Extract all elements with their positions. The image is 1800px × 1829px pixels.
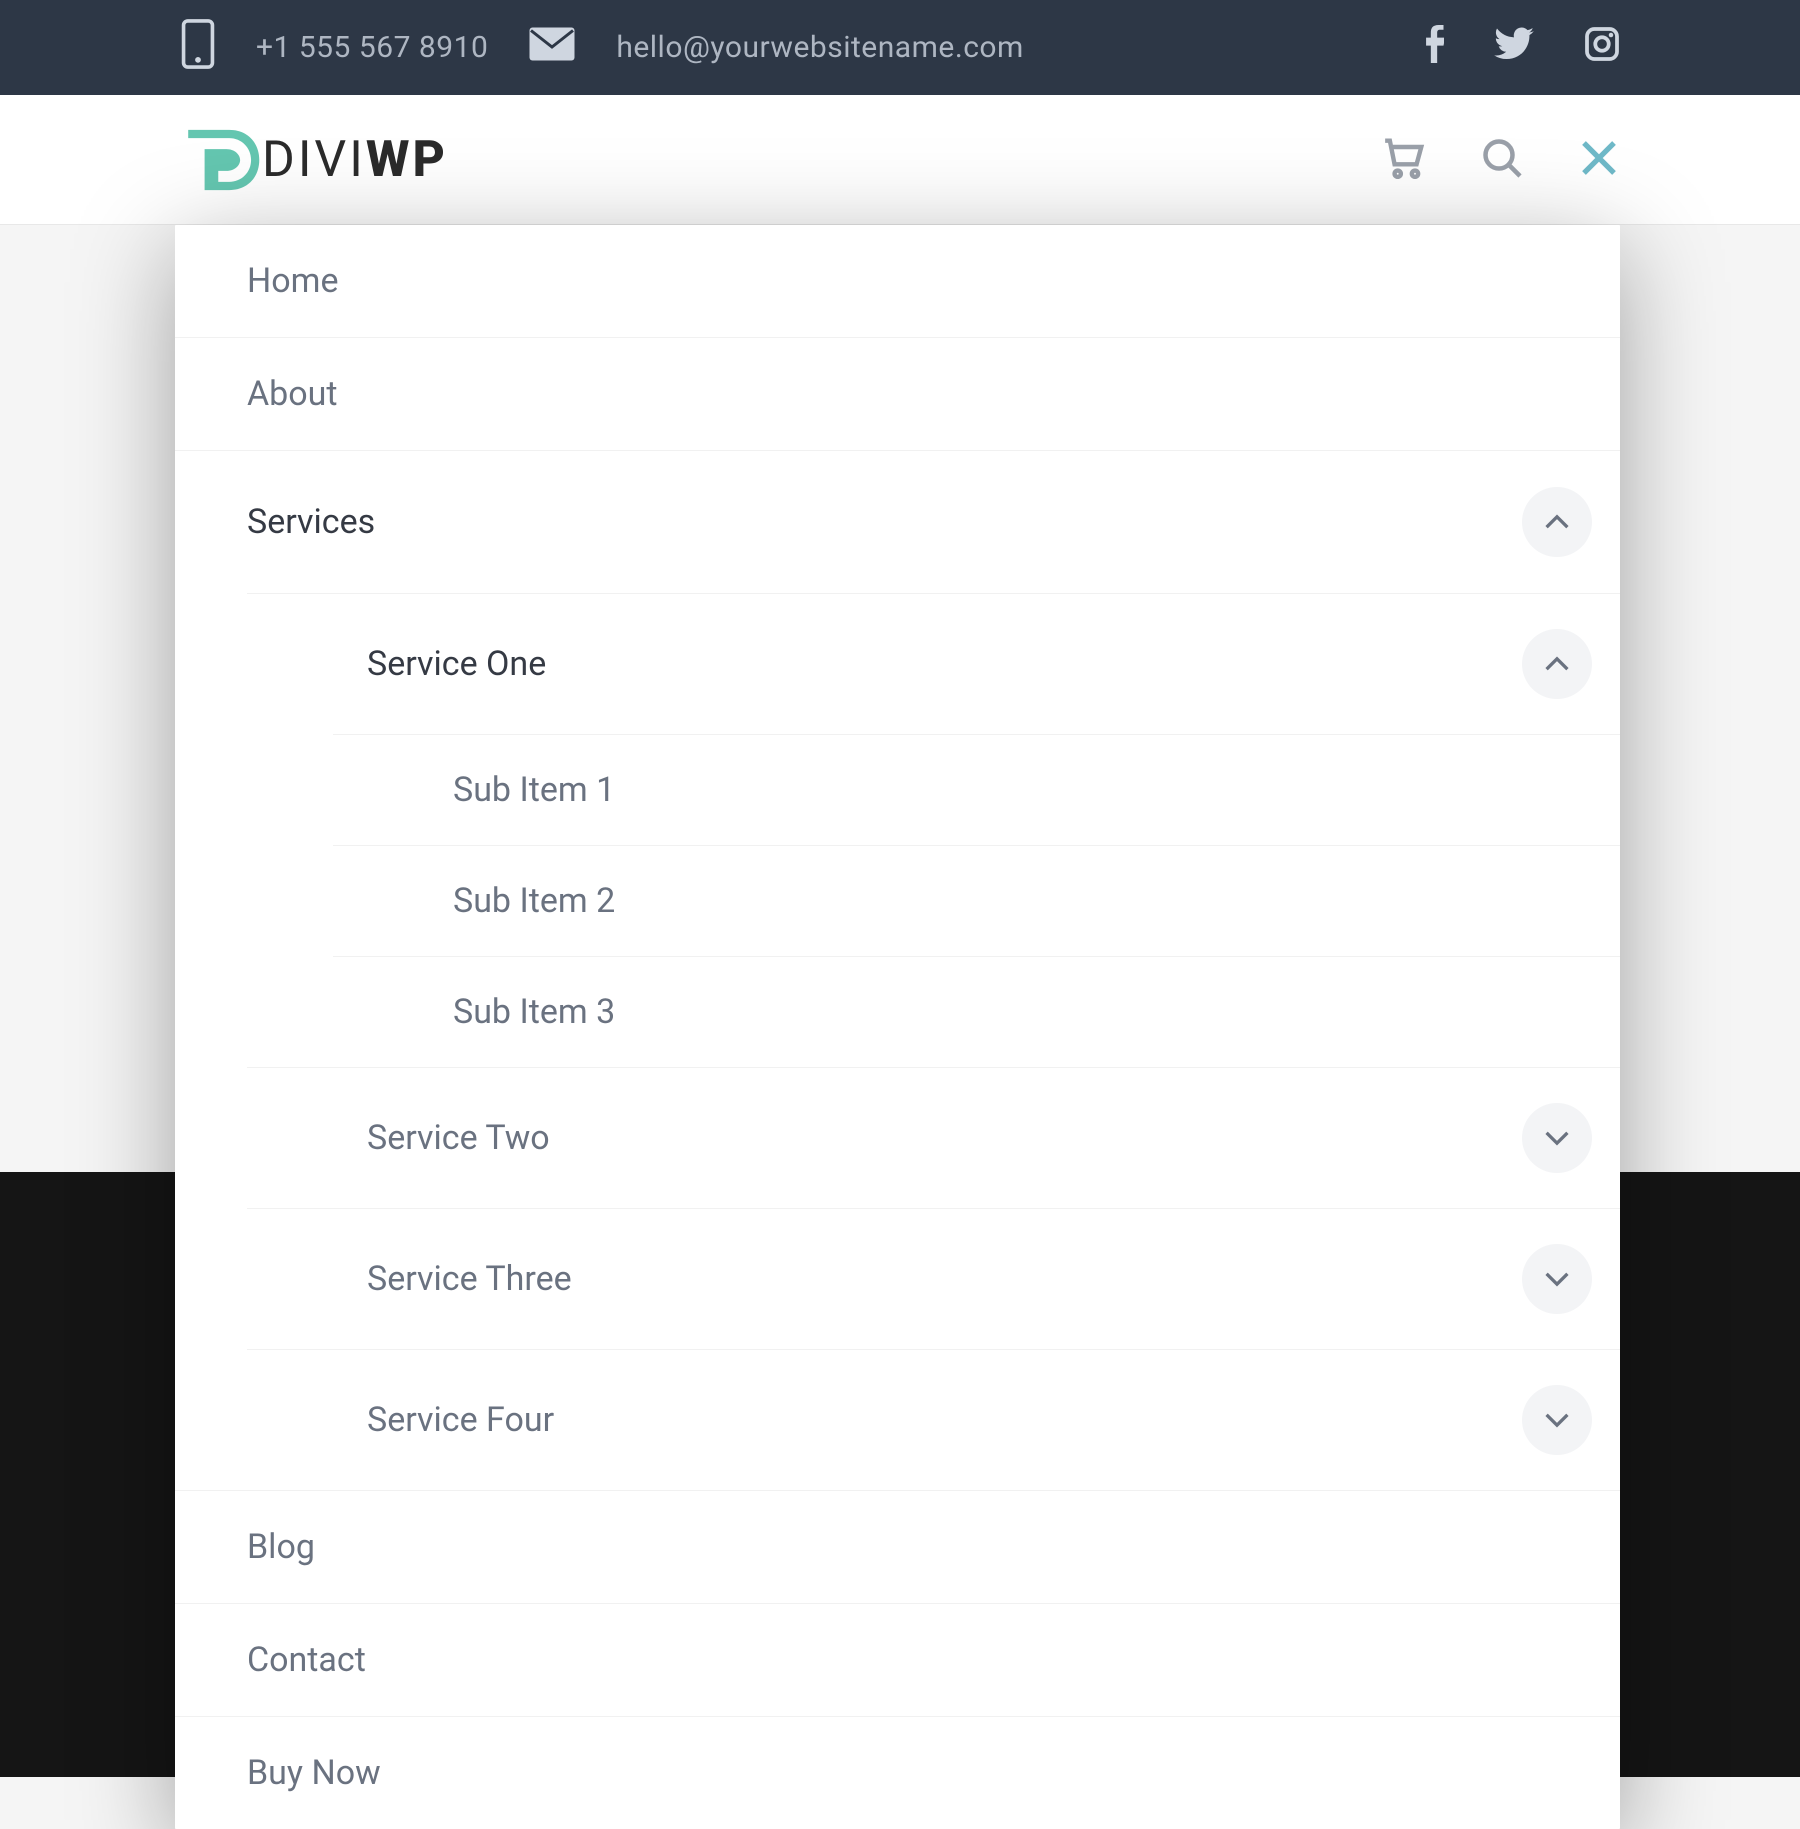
chevron-down-icon[interactable] xyxy=(1522,1244,1592,1314)
menu-item-label: Sub Item 3 xyxy=(453,992,1592,1032)
menu-item-label: Buy Now xyxy=(247,1753,1592,1793)
site-logo[interactable]: DIVIWP xyxy=(180,119,448,201)
mail-icon xyxy=(528,26,576,70)
menu-item-label: Service Four xyxy=(367,1400,1522,1440)
menu-item-buy-now[interactable]: Buy Now xyxy=(175,1716,1620,1829)
chevron-up-icon[interactable] xyxy=(1522,487,1592,557)
twitter-icon[interactable] xyxy=(1494,27,1534,69)
menu-item-sub-3[interactable]: Sub Item 3 xyxy=(333,956,1620,1067)
site-header: DIVIWP xyxy=(0,95,1800,225)
menu-item-label: Services xyxy=(247,502,1522,542)
chevron-down-icon[interactable] xyxy=(1522,1385,1592,1455)
menu-item-label: Service One xyxy=(367,644,1522,684)
email-address[interactable]: hello@yourwebsitename.com xyxy=(616,30,1024,65)
menu-item-sub-2[interactable]: Sub Item 2 xyxy=(333,845,1620,956)
topbar: +1 555 567 8910 hello@yourwebsitename.co… xyxy=(0,0,1800,95)
menu-item-services[interactable]: Services xyxy=(175,450,1620,593)
menu-item-blog[interactable]: Blog xyxy=(175,1490,1620,1603)
menu-item-label: Service Three xyxy=(367,1259,1522,1299)
menu-item-about[interactable]: About xyxy=(175,337,1620,450)
menu-item-label: Contact xyxy=(247,1640,1592,1680)
menu-item-sub-1[interactable]: Sub Item 1 xyxy=(333,734,1620,845)
instagram-icon[interactable] xyxy=(1584,26,1620,70)
menu-item-label: Sub Item 1 xyxy=(453,770,1592,810)
logo-text: DIVIWP xyxy=(262,131,448,189)
chevron-up-icon[interactable] xyxy=(1522,629,1592,699)
menu-item-home[interactable]: Home xyxy=(175,225,1620,337)
chevron-down-icon[interactable] xyxy=(1522,1103,1592,1173)
cart-icon[interactable] xyxy=(1382,136,1426,184)
menu-item-label: Home xyxy=(247,261,1592,301)
menu-item-service-three[interactable]: Service Three xyxy=(247,1208,1620,1349)
menu-item-label: About xyxy=(247,374,1592,414)
search-icon[interactable] xyxy=(1481,137,1523,183)
phone-number[interactable]: +1 555 567 8910 xyxy=(256,30,488,65)
menu-item-service-one[interactable]: Service One xyxy=(247,593,1620,734)
mobile-menu-panel: Home About Services Service One Sub Item… xyxy=(175,225,1620,1829)
facebook-icon[interactable] xyxy=(1424,25,1444,71)
logo-mark-icon xyxy=(180,119,262,201)
menu-item-service-two[interactable]: Service Two xyxy=(247,1067,1620,1208)
menu-item-service-four[interactable]: Service Four xyxy=(247,1349,1620,1490)
close-icon[interactable] xyxy=(1578,137,1620,183)
phone-icon xyxy=(180,18,216,78)
menu-item-label: Blog xyxy=(247,1527,1592,1567)
menu-item-contact[interactable]: Contact xyxy=(175,1603,1620,1716)
menu-item-label: Sub Item 2 xyxy=(453,881,1592,921)
menu-item-label: Service Two xyxy=(367,1118,1522,1158)
